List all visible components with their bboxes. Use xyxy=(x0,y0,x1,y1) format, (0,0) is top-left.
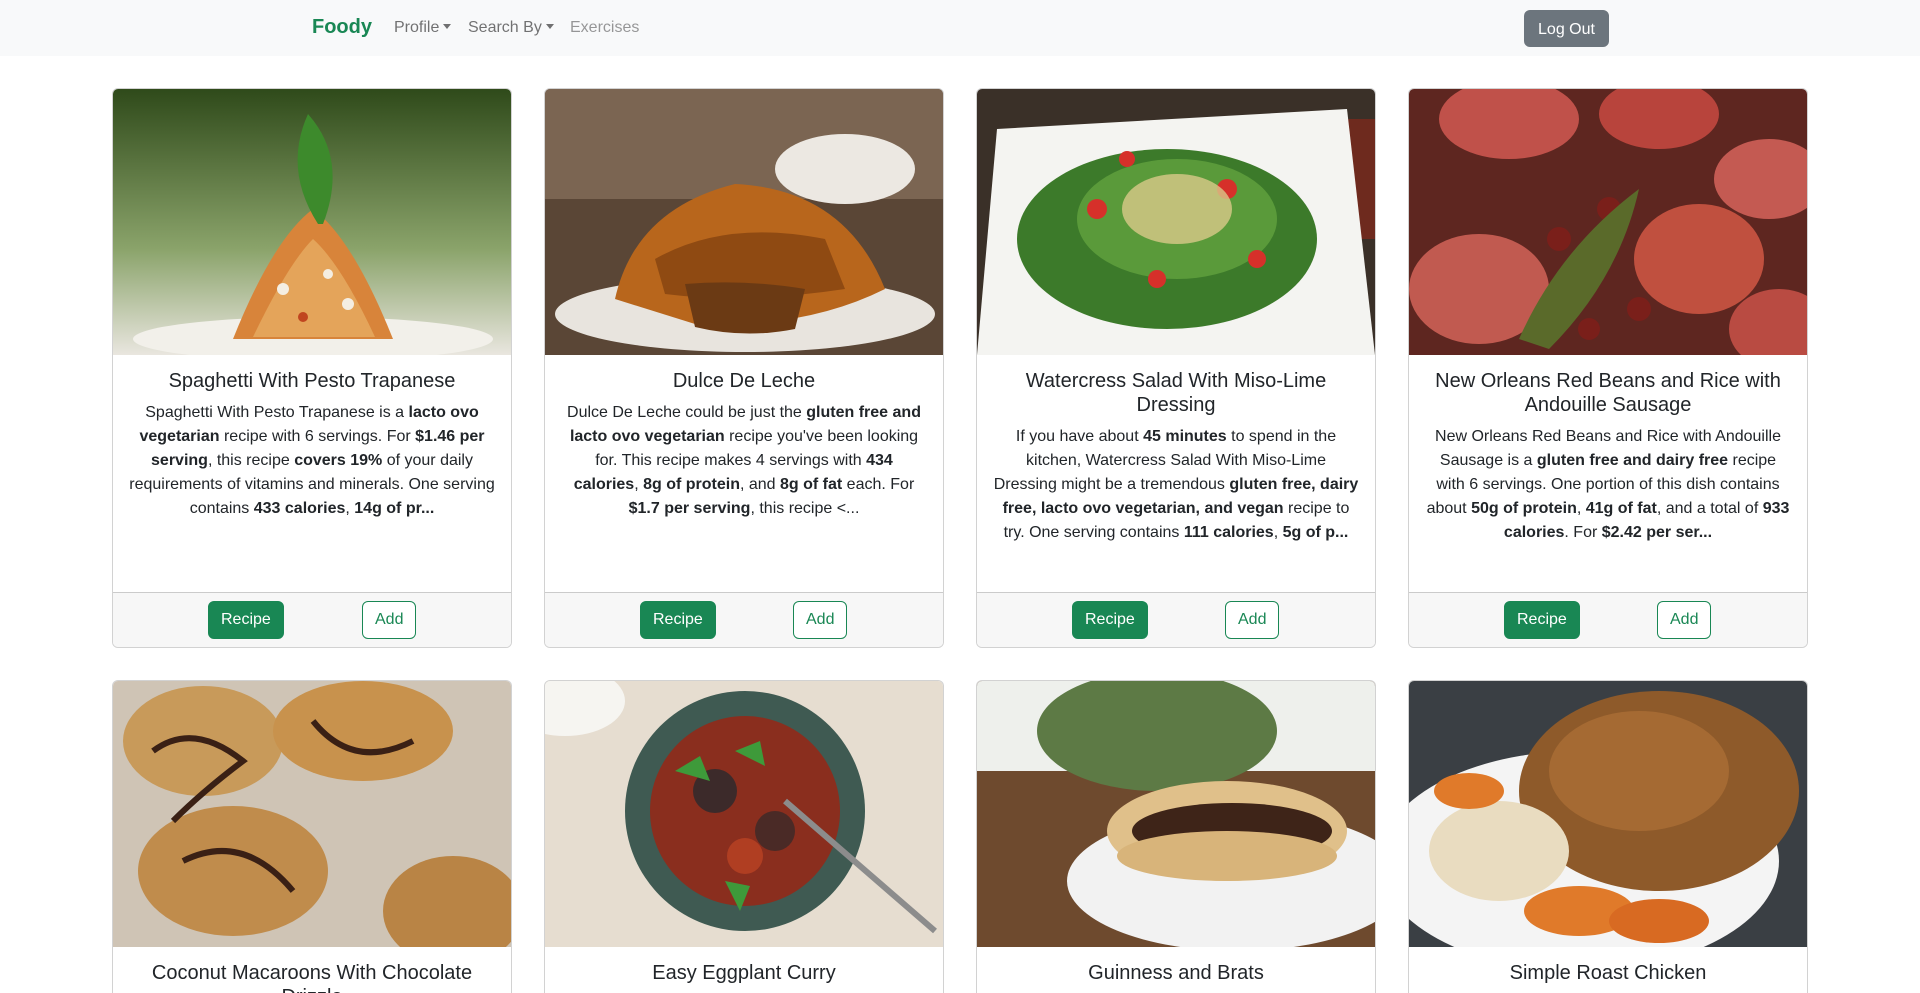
recipe-card: Easy Eggplant Curry xyxy=(544,680,944,993)
card-body: Spaghetti With Pesto Trapanese Spaghetti… xyxy=(113,355,511,521)
recipe-description: If you have about 45 minutes to spend in… xyxy=(993,428,1359,541)
recipe-description: New Orleans Red Beans and Rice with Ando… xyxy=(1426,428,1790,541)
recipe-title: Easy Eggplant Curry xyxy=(652,962,836,984)
chevron-down-icon xyxy=(545,24,554,29)
recipe-description: Dulce De Leche could be just the gluten … xyxy=(567,404,921,517)
nav-search-by-label: Search By xyxy=(468,19,542,36)
add-button[interactable]: Add xyxy=(362,601,417,639)
card-body: Guinness and Brats xyxy=(977,947,1375,993)
recipe-card: Coconut Macaroons With Chocolate Drizzle xyxy=(112,680,512,993)
nav-profile-label: Profile xyxy=(394,19,440,36)
recipe-card: Dulce De Leche Dulce De Leche could be j… xyxy=(544,88,944,648)
card-body: Coconut Macaroons With Chocolate Drizzle xyxy=(113,947,511,993)
navbar: Foody Profile Search By Exercises Log Ou… xyxy=(0,0,1920,56)
recipe-title: Dulce De Leche xyxy=(672,370,816,392)
recipe-button[interactable]: Recipe xyxy=(640,601,716,639)
card-body: New Orleans Red Beans and Rice with Ando… xyxy=(1409,355,1807,545)
logout-button[interactable]: Log Out xyxy=(1524,10,1609,47)
recipe-image xyxy=(545,89,943,355)
card-body: Watercress Salad With Miso-Lime Dressing… xyxy=(977,355,1375,545)
recipe-title: Watercress Salad With Miso-Lime Dressing xyxy=(1025,370,1327,416)
recipe-card: New Orleans Red Beans and Rice with Ando… xyxy=(1408,88,1808,648)
chevron-down-icon xyxy=(443,24,452,29)
nav-exercises-link[interactable]: Exercises xyxy=(570,18,639,38)
recipe-card: Simple Roast Chicken xyxy=(1408,680,1808,993)
recipe-title: Guinness and Brats xyxy=(1088,962,1264,984)
recipe-title: Simple Roast Chicken xyxy=(1509,962,1707,984)
recipe-title: New Orleans Red Beans and Rice with Ando… xyxy=(1435,370,1781,416)
card-footer: Recipe Add xyxy=(113,592,511,647)
recipe-image xyxy=(977,89,1375,355)
recipe-image xyxy=(545,681,943,947)
nav-search-by-dropdown[interactable]: Search By xyxy=(468,18,554,38)
recipe-button[interactable]: Recipe xyxy=(1072,601,1148,639)
recipe-image xyxy=(113,89,511,355)
card-body: Easy Eggplant Curry xyxy=(545,947,943,993)
recipe-title: Coconut Macaroons With Chocolate Drizzle xyxy=(151,962,473,993)
recipe-image xyxy=(113,681,511,947)
add-button[interactable]: Add xyxy=(1225,601,1280,639)
card-body: Simple Roast Chicken xyxy=(1409,947,1807,993)
add-button[interactable]: Add xyxy=(1657,601,1712,639)
brand-logo[interactable]: Foody xyxy=(312,15,372,39)
recipe-button[interactable]: Recipe xyxy=(1504,601,1580,639)
recipe-description: Spaghetti With Pesto Trapanese is a lact… xyxy=(129,404,495,517)
card-footer: Recipe Add xyxy=(545,592,943,647)
recipe-title: Spaghetti With Pesto Trapanese xyxy=(168,370,456,392)
nav-profile-dropdown[interactable]: Profile xyxy=(394,18,452,38)
recipe-image xyxy=(977,681,1375,947)
recipe-card: Spaghetti With Pesto Trapanese Spaghetti… xyxy=(112,88,512,648)
card-footer: Recipe Add xyxy=(977,592,1375,647)
recipe-card: Watercress Salad With Miso-Lime Dressing… xyxy=(976,88,1376,648)
card-body: Dulce De Leche Dulce De Leche could be j… xyxy=(545,355,943,521)
recipe-image xyxy=(1409,681,1807,947)
recipe-button[interactable]: Recipe xyxy=(208,601,284,639)
card-footer: Recipe Add xyxy=(1409,592,1807,647)
recipe-card: Guinness and Brats xyxy=(976,680,1376,993)
recipe-image xyxy=(1409,89,1807,355)
add-button[interactable]: Add xyxy=(793,601,848,639)
